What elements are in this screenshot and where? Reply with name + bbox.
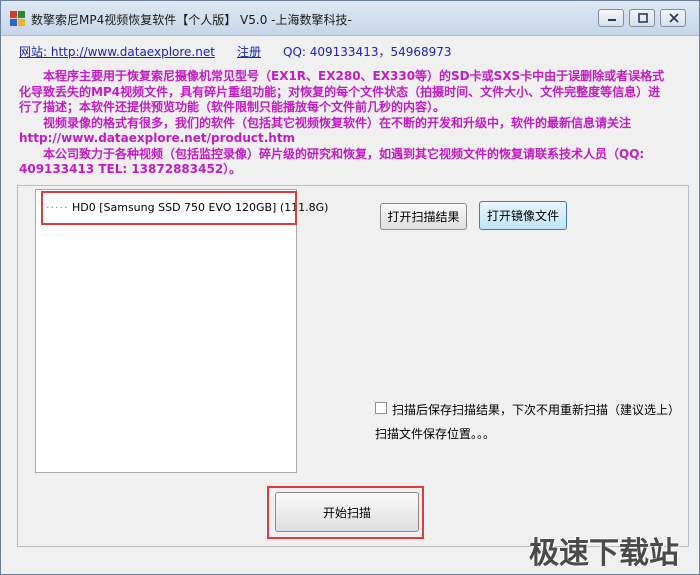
website-link-text[interactable]: 网站: http://www.dataexplore.net [19,45,215,59]
maximize-icon [638,13,648,23]
description-text: 本程序主要用于恢复索尼摄像机常见型号（EX1R、EX280、EX330等）的SD… [19,69,669,178]
watermark-logo: 极速下载站 [529,536,679,571]
highlight-drive [41,191,297,225]
save-path-label[interactable]: 扫描文件保存位置。。。 [375,425,495,442]
website-link[interactable]: 网站: http://www.dataexplore.net [19,43,215,60]
register-link[interactable]: 注册 [237,43,261,60]
open-scan-result-button[interactable]: 打开扫描结果 [380,203,467,230]
description-para-3: 本公司致力于各种视频（包括监控录像）碎片级的研究和恢复，如遇到其它视频文件的恢复… [19,146,645,177]
qq-contact: QQ: 409133413，54968973 [283,45,452,59]
minimize-icon [608,19,616,21]
drive-list[interactable]: ····· HD0 [Samsung SSD 750 EVO 120GB] (1… [35,189,328,473]
minimize-button[interactable] [598,9,624,27]
save-result-label[interactable]: 扫描后保存扫描结果，下次不用重新扫描（建议选上） [392,401,680,418]
app-window: 数擎索尼MP4视频恢复软件【个人版】 V5.0 -上海数擎科技- 网站: htt… [0,0,700,575]
highlight-start-scan [267,486,424,539]
title-bar: 数擎索尼MP4视频恢复软件【个人版】 V5.0 -上海数擎科技- [1,1,699,36]
description-para-2: 视频录像的格式有很多，我们的软件（包括其它视频恢复软件）在不断的开发和升级中，软… [19,115,632,146]
app-icon [10,11,25,26]
close-icon [669,13,679,23]
maximize-button[interactable] [629,9,655,27]
open-image-file-button[interactable]: 打开镜像文件 [479,201,567,230]
description-para-1: 本程序主要用于恢复索尼摄像机常见型号（EX1R、EX280、EX330等）的SD… [19,69,665,114]
save-result-checkbox[interactable] [375,402,387,414]
close-button[interactable] [660,9,686,27]
window-title: 数擎索尼MP4视频恢复软件【个人版】 V5.0 -上海数擎科技- [31,13,352,27]
